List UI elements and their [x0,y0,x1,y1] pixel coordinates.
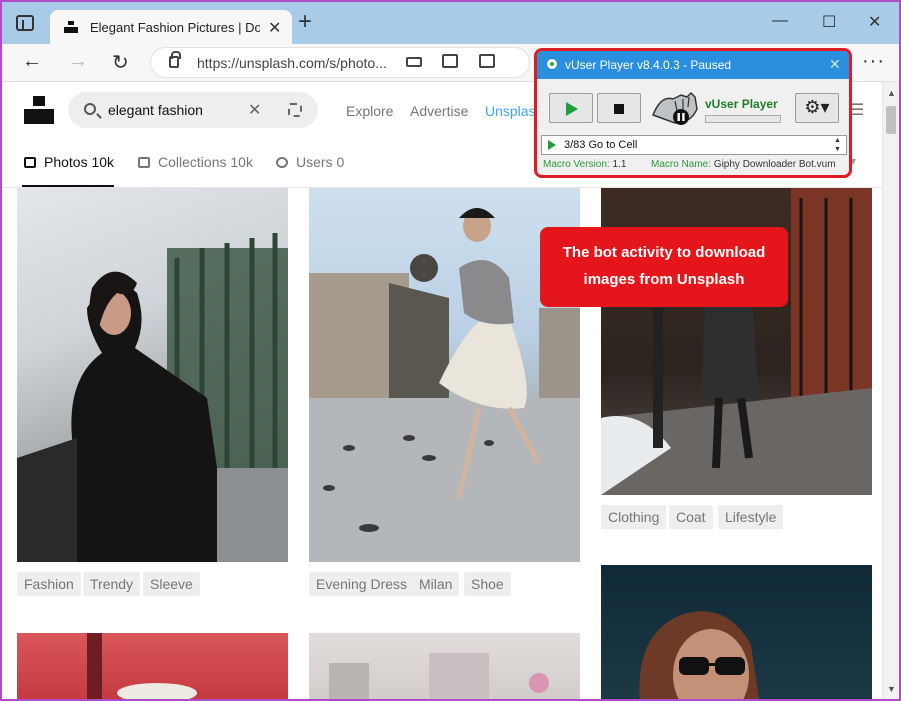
browser-tab[interactable]: Elegant Fashion Pictures | Downl ✕ [50,10,292,44]
tab-actions-icon[interactable] [16,15,34,31]
photo-red-chairs-image [87,633,197,699]
scroll-thumb[interactable] [886,106,896,134]
step-play-icon [548,140,556,150]
macro-name-label: Macro Name: [651,159,712,170]
hamburger-menu-icon[interactable]: ☰ [850,100,864,120]
vuser-progress-bar [705,115,781,123]
tag-chip[interactable]: Trendy [83,572,141,596]
photo-fashion-woman[interactable] [17,188,288,562]
step-spinner-icon[interactable]: ▲ ▼ [834,136,841,154]
photo-woman-sunglasses[interactable] [601,565,872,699]
extensions-icon[interactable] [479,54,495,68]
unsplash-logo-icon[interactable] [24,96,54,124]
visual-search-icon[interactable] [288,103,302,117]
read-aloud-icon[interactable] [406,57,422,67]
tab-users[interactable]: Users 0 [276,154,344,170]
vuser-title: vUser Player v8.4.0.3 - Paused [565,58,732,72]
active-tab-underline [22,185,114,187]
photo-street-market-image [329,653,549,699]
unsplash-favicon-icon [64,21,78,33]
vuser-logo-icon [547,59,557,69]
macro-version-value: 1.1 [612,159,627,170]
stop-button[interactable] [597,93,641,123]
vuser-brand-label: vUser Player [705,97,778,111]
lock-icon[interactable] [169,51,181,68]
minimize-button[interactable]: — [772,12,788,30]
macro-version-label: Macro Version: [543,159,610,170]
tab-users-label: Users 0 [296,154,345,170]
vuser-step-text: 3/83 Go to Cell [564,139,638,151]
macro-version: Macro Version: 1.1 [543,159,626,170]
close-window-button[interactable]: ✕ [868,12,881,32]
tab-close-icon[interactable]: ✕ [268,18,281,38]
photo-icon [24,157,36,168]
vuser-settings-button[interactable]: ⚙▾ [795,93,839,123]
nav-explore[interactable]: Explore [346,103,393,119]
clear-search-icon[interactable]: ✕ [248,100,261,120]
nav-advertise[interactable]: Advertise [410,103,468,119]
play-icon [566,102,578,116]
annotation-callout: The bot activity to download images from… [540,227,788,307]
tab-collections[interactable]: Collections 10k [138,154,253,170]
maximize-button[interactable]: ☐ [822,12,836,32]
photo-fashion-woman-image [17,233,288,562]
scroll-up-icon[interactable]: ▲ [887,88,896,98]
macro-name-value: Giphy Downloader Bot.vum [713,159,836,170]
tab-title: Elegant Fashion Pictures | Downl [90,20,260,35]
page-scrollbar[interactable]: ▲ ▼ [882,82,899,699]
tag-chip[interactable]: Lifestyle [718,505,784,529]
photo-street-market[interactable] [309,633,580,699]
back-button[interactable]: ← [22,50,42,73]
reload-button[interactable]: ↻ [112,50,129,75]
callout-line-2: images from Unsplash [583,271,745,288]
stop-icon [614,104,624,114]
photo-red-chairs[interactable] [17,633,288,699]
tag-chip[interactable]: Clothing [601,505,667,529]
apps-icon[interactable] [442,54,458,68]
tab-collections-label: Collections 10k [158,154,253,170]
forward-button[interactable]: → [68,50,88,73]
search-bar[interactable]: elegant fashion ✕ [68,92,318,128]
search-input[interactable]: elegant fashion [108,102,203,118]
tag-chip[interactable]: Evening Dress [309,572,415,596]
new-tab-button[interactable]: + [298,10,312,34]
url-text[interactable]: https://unsplash.com/s/photo... [197,55,397,71]
tag-chip[interactable]: Coat [669,505,713,529]
tag-chip[interactable]: Milan [412,572,460,596]
macro-name: Macro Name: Giphy Downloader Bot.vum [651,159,836,170]
callout-line-1: The bot activity to download [562,244,766,261]
tab-strip: Elegant Fashion Pictures | Downl ✕ + — ☐… [2,2,899,44]
browser-window: Elegant Fashion Pictures | Downl ✕ + — ☐… [0,0,901,701]
tag-chip[interactable]: Fashion [17,572,81,596]
scroll-down-icon[interactable]: ▼ [887,684,896,694]
play-button[interactable] [549,93,593,123]
settings-menu-icon[interactable]: ··· [862,50,885,73]
photo-woman-sunglasses-image [639,611,759,699]
search-icon[interactable] [84,103,96,115]
collections-icon [138,157,150,168]
robot-hand-icon [652,91,698,125]
vuser-player-window: vUser Player v8.4.0.3 - Paused ✕ vUser P… [534,48,852,178]
vuser-title-bar[interactable]: vUser Player v8.4.0.3 - Paused ✕ [537,51,849,79]
tag-chip[interactable]: Sleeve [143,572,200,596]
address-bar[interactable]: https://unsplash.com/s/photo... [150,47,530,78]
tab-photos-label: Photos 10k [44,154,115,170]
users-icon [276,157,288,168]
tab-photos[interactable]: Photos 10k [24,154,114,170]
vuser-close-icon[interactable]: ✕ [829,56,841,73]
tag-chip[interactable]: Shoe [464,572,511,596]
vuser-current-step: 3/83 Go to Cell ▲ ▼ [541,135,847,155]
